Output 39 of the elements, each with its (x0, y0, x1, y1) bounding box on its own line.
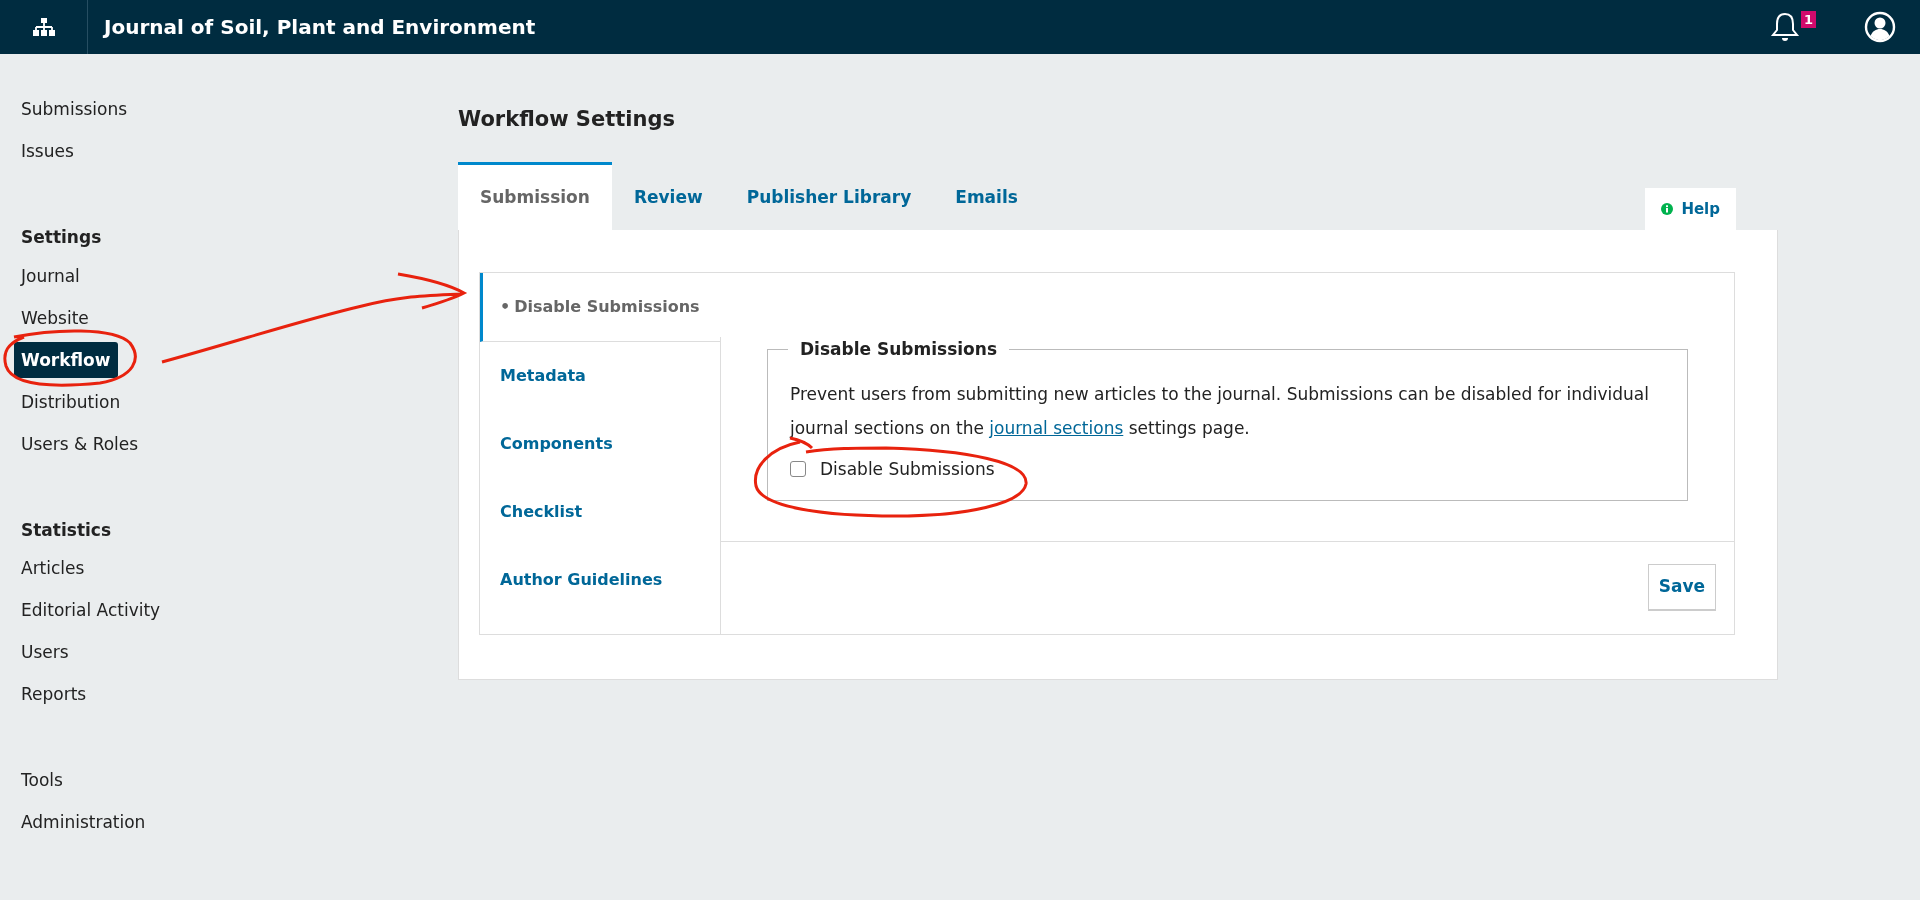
user-avatar-icon[interactable] (1864, 11, 1896, 43)
sidebar-item[interactable]: Administration (14, 801, 153, 843)
page-title: Workflow Settings (458, 106, 676, 133)
sidebar-heading: Statistics (20, 518, 113, 542)
side-tab[interactable]: Metadata (480, 342, 720, 410)
notification-count: 1 (1800, 11, 1816, 28)
tab[interactable]: Review (611, 161, 725, 230)
info-icon (1661, 202, 1674, 215)
sidebar-item[interactable]: Tools (14, 759, 70, 801)
sidebar-heading: Settings (20, 226, 103, 249)
notifications-button[interactable]: 1 (1770, 11, 1816, 43)
sidebar-item[interactable]: Reports (14, 673, 94, 715)
description-text: Prevent users from submitting new articles to the journal. Submissions can be disabled for individual journal sections on the journal sections settings page. (790, 382, 1650, 440)
checkbox[interactable] (790, 461, 806, 478)
sidebar-item[interactable]: Issues (14, 130, 81, 172)
side-tab[interactable]: Author Guidelines (480, 546, 720, 614)
journal-title[interactable]: Journal of Soil, Plant and Environment (88, 12, 536, 42)
sidebar-item[interactable]: Editorial Activity (14, 589, 168, 631)
journal-sections-link[interactable]: journal sections (989, 417, 1124, 438)
sitemap-icon[interactable] (32, 18, 55, 36)
help-button[interactable]: Help (1645, 187, 1736, 230)
side-tab[interactable]: Components (480, 410, 720, 478)
save-button[interactable]: Save (1647, 564, 1716, 610)
fieldset-legend: Disable Submissions (788, 337, 1009, 363)
sidebar-item[interactable]: Users & Roles (14, 422, 146, 465)
bell-icon (1770, 11, 1800, 43)
tab[interactable]: Submission (458, 161, 612, 230)
side-tab[interactable]: • Disable Submissions (480, 273, 720, 342)
side-tab[interactable]: Checklist (480, 478, 720, 546)
sidebar-item[interactable]: Distribution (14, 380, 128, 423)
sidebar-item[interactable]: Journal (14, 254, 87, 297)
checkbox-label: Disable Submissions (820, 457, 995, 481)
sidebar-item[interactable]: Website (14, 296, 96, 339)
tab[interactable]: Publisher Library (724, 161, 934, 230)
sidebar-item[interactable]: Submissions (14, 88, 135, 130)
sidebar-item[interactable]: Articles (14, 547, 92, 589)
sidebar-item[interactable]: Users (14, 631, 76, 673)
sidebar-item[interactable]: Workflow (14, 341, 118, 378)
tab[interactable]: Emails (933, 161, 1040, 230)
